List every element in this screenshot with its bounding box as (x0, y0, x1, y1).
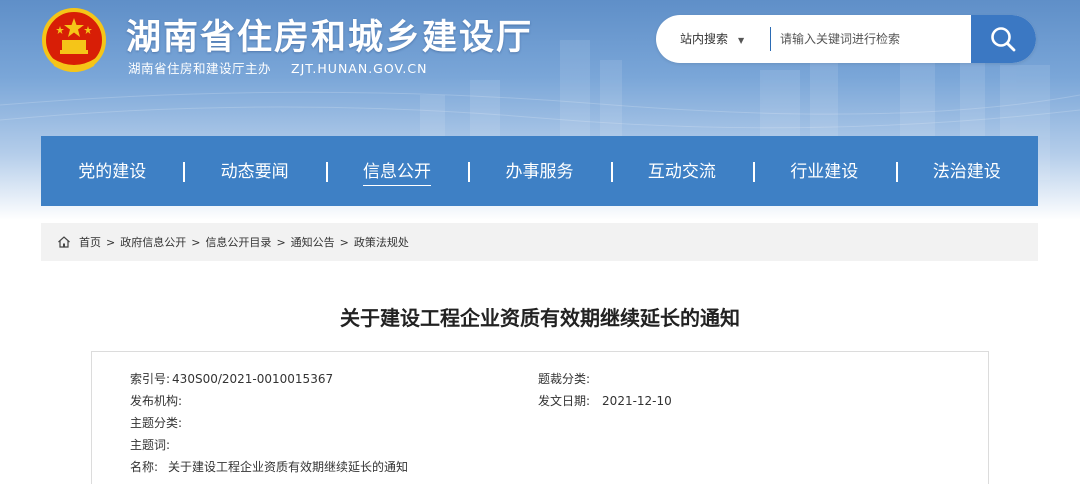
meta-publisher-label: 发布机构: (130, 394, 183, 408)
breadcrumb-separator: > (106, 235, 116, 249)
breadcrumb-notices[interactable]: 通知公告 (291, 234, 335, 250)
breadcrumb-info-catalog[interactable]: 信息公开目录 (205, 234, 271, 250)
article-title: 关于建设工程企业资质有效期继续延长的通知 (340, 306, 740, 330)
nav-item-interaction[interactable]: 互动交流 (610, 136, 753, 206)
nav-item-label: 行业建设 (790, 162, 859, 182)
meta-topic: 主题分类: (130, 414, 184, 431)
search-input[interactable] (780, 15, 970, 63)
meta-publisher: 发布机构: (130, 392, 184, 409)
meta-category-label: 题裁分类: (538, 372, 591, 386)
breadcrumb-separator: > (276, 235, 286, 249)
home-icon[interactable] (57, 235, 71, 249)
nav-item-label: 动态要闻 (220, 162, 289, 182)
meta-category: 题裁分类: (538, 370, 592, 387)
article-meta-box: 索引号: 430S00/2021-0010015367 题裁分类: 发布机构: 发… (91, 351, 989, 484)
national-emblem-icon (42, 8, 106, 72)
nav-item-label: 办事服务 (505, 162, 574, 182)
nav-item-label: 党的建设 (78, 162, 147, 182)
main-nav: 党的建设 动态要闻 信息公开 办事服务 互动交流 行业建设 法治建设 (41, 136, 1038, 206)
breadcrumb: 首页 > 政府信息公开 > 信息公开目录 > 通知公告 > 政策法规处 (41, 223, 1038, 261)
site-sponsor: 湖南省住房和建设厅主办 (128, 61, 272, 76)
meta-name-label: 名称: (130, 460, 159, 474)
site-title: 湖南省住房和城乡建设厅 (126, 18, 534, 58)
meta-name: 名称: 关于建设工程企业资质有效期继续延长的通知 (130, 458, 408, 475)
nav-item-news[interactable]: 动态要闻 (183, 136, 325, 206)
search-scope-label: 站内搜索 (680, 32, 729, 46)
breadcrumb-policy-office[interactable]: 政策法规处 (354, 234, 409, 250)
meta-index: 索引号: 430S00/2021-0010015367 (130, 370, 333, 387)
nav-item-label: 互动交流 (647, 162, 716, 182)
nav-item-info-disclosure[interactable]: 信息公开 (325, 136, 468, 206)
meta-keywords-label: 主题词: (130, 438, 171, 452)
meta-date-value: 2021-12-10 (602, 394, 672, 408)
meta-date: 发文日期: 2021-12-10 (538, 392, 672, 409)
magnifier-icon (991, 27, 1016, 52)
nav-item-services[interactable]: 办事服务 (468, 136, 610, 206)
site-domain: ZJT.HUNAN.GOV.CN (291, 61, 428, 76)
breadcrumb-separator: > (339, 235, 349, 249)
nav-item-label: 法治建设 (932, 162, 1001, 182)
search-scope-dropdown[interactable]: 站内搜索 ▼ (680, 15, 744, 63)
nav-item-party-building[interactable]: 党的建设 (41, 136, 183, 206)
search-divider (770, 27, 771, 51)
meta-index-value: 430S00/2021-0010015367 (172, 372, 334, 386)
breadcrumb-home[interactable]: 首页 (79, 234, 101, 250)
nav-item-industry[interactable]: 行业建设 (753, 136, 895, 206)
meta-date-label: 发文日期: (538, 394, 591, 408)
meta-name-value: 关于建设工程企业资质有效期继续延长的通知 (168, 460, 409, 474)
chevron-down-icon: ▼ (738, 36, 745, 45)
nav-item-label: 信息公开 (363, 162, 432, 186)
meta-index-label: 索引号: (130, 372, 171, 386)
breadcrumb-gov-info[interactable]: 政府信息公开 (120, 234, 186, 250)
meta-topic-label: 主题分类: (130, 416, 183, 430)
search-button[interactable] (971, 15, 1036, 63)
search-box: 站内搜索 ▼ (656, 15, 1036, 63)
nav-item-rule-of-law[interactable]: 法治建设 (895, 136, 1038, 206)
site-subtitle: 湖南省住房和建设厅主办 ZJT.HUNAN.GOV.CN (128, 58, 427, 77)
meta-keywords: 主题词: (130, 436, 172, 453)
breadcrumb-separator: > (191, 235, 201, 249)
